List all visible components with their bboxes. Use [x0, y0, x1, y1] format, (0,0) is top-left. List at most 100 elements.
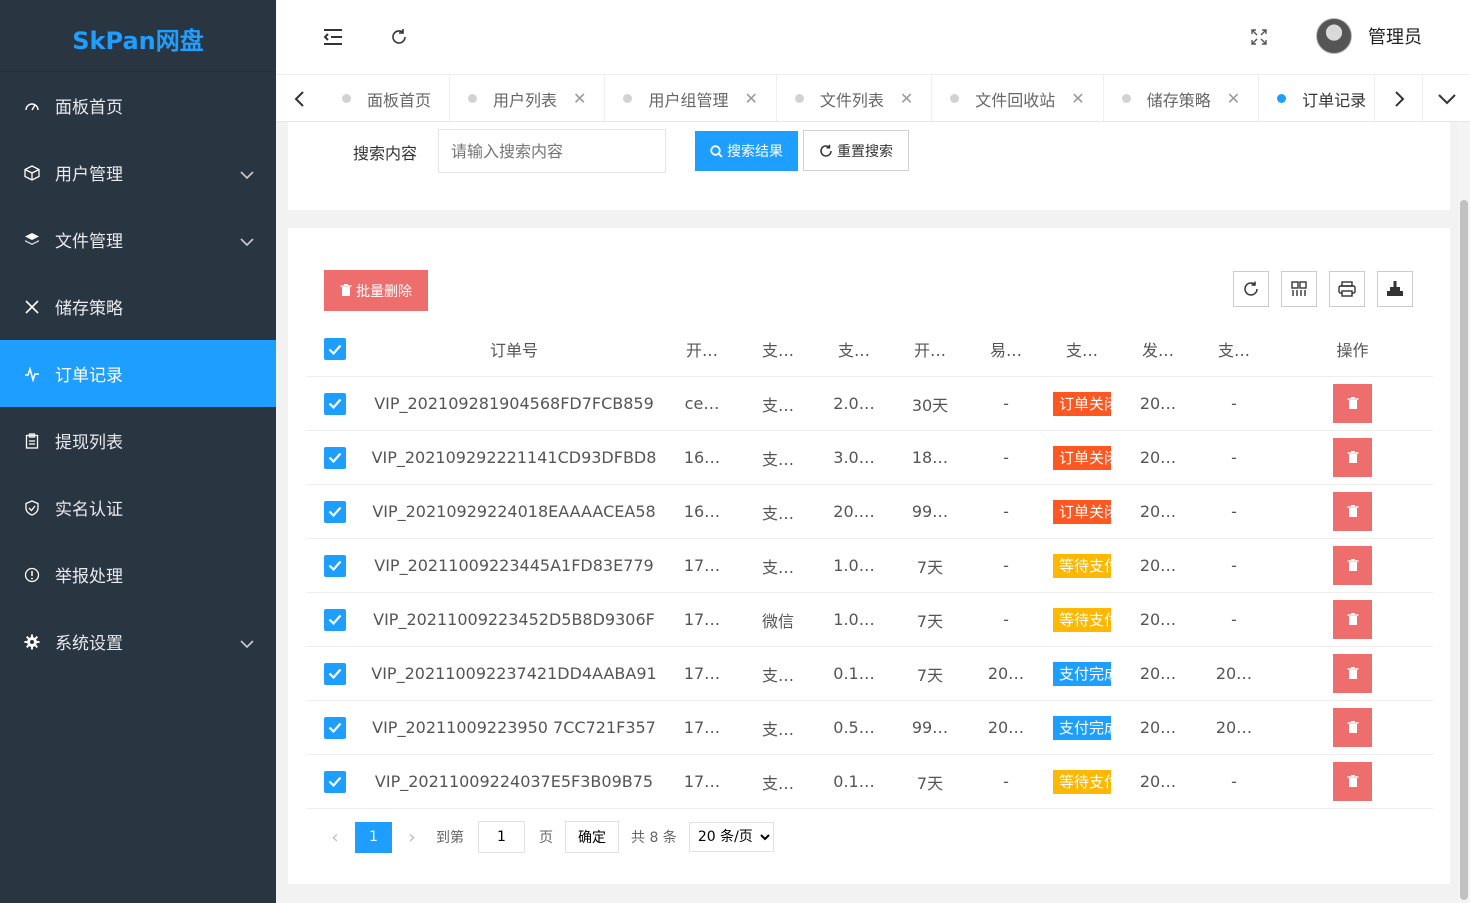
table-row[interactable]: VIP_20210929224018EAAAACEA58 16… 支… 20.… 99…… [306, 485, 1433, 539]
close-icon[interactable]: ✕ [1071, 89, 1084, 108]
table-row[interactable]: VIP_202109281904568FD7FCB859 ce… 支… 2.0… 30天… [306, 377, 1433, 431]
delete-row-button[interactable] [1333, 708, 1372, 747]
cell-text: 支… [761, 557, 794, 577]
column-header[interactable]: 易… [968, 322, 1044, 376]
goto-confirm-button[interactable]: 确定 [565, 821, 619, 853]
chevron-down-icon[interactable] [240, 634, 254, 654]
menu-toggle-icon[interactable] [320, 24, 346, 50]
row-checkbox[interactable] [324, 554, 346, 577]
delete-row-button[interactable] [1333, 600, 1372, 639]
table-row[interactable]: VIP_202109292221141CD93DFBD8 16… 支… 3.0… 18…… [306, 431, 1433, 485]
tab-4[interactable]: 文件回收站 ✕ [932, 75, 1104, 121]
row-checkbox[interactable] [324, 500, 346, 523]
tab-dropdown-icon[interactable] [1422, 75, 1470, 121]
cell-text: 0.1… [833, 772, 875, 791]
scrollbar-thumb[interactable] [1460, 200, 1468, 900]
table-cell: 17… [664, 593, 740, 646]
fullscreen-icon[interactable] [1246, 24, 1272, 50]
header-checkbox-cell [306, 322, 364, 376]
tab-0[interactable]: 面板首页 [324, 75, 451, 121]
sidebar-item-0[interactable]: 面板首页 [0, 72, 276, 139]
delete-row-button[interactable] [1333, 546, 1372, 585]
row-checkbox[interactable] [324, 608, 346, 631]
current-page[interactable]: 1 [355, 821, 392, 853]
row-checkbox[interactable] [324, 716, 346, 739]
close-icon[interactable]: ✕ [573, 89, 586, 108]
table-row[interactable]: VIP_20211009223445A1FD83E779 17… 支… 1.0… 7天 -… [306, 539, 1433, 593]
tab-label: 面板首页 [367, 90, 432, 110]
tab-prev-icon[interactable] [276, 75, 324, 121]
cell-text: VIP_20210929224018EAAAACEA58 [372, 502, 656, 521]
sidebar-item-7[interactable]: 举报处理 [0, 541, 276, 608]
tab-5[interactable]: 储存策略 ✕ [1104, 75, 1260, 121]
table-cell: 支… [740, 647, 816, 700]
checkbox-cell [306, 755, 364, 808]
chevron-down-icon[interactable] [240, 232, 254, 252]
tab-dot-icon [468, 94, 478, 103]
sidebar-item-8[interactable]: 系统设置 [0, 608, 276, 675]
table-row[interactable]: VIP_20211009223452D5B8D9306F 17… 微信 1.0… 7天 -… [306, 593, 1433, 647]
table-cell: - [968, 485, 1044, 538]
status-cell: 支付完成 [1044, 701, 1120, 754]
delete-row-button[interactable] [1333, 654, 1372, 693]
table-refresh-button[interactable] [1233, 271, 1269, 307]
row-checkbox[interactable] [324, 770, 346, 793]
columns-icon [1291, 281, 1307, 296]
reset-button[interactable]: 重置搜索 [803, 130, 909, 171]
column-header[interactable]: 支… [1044, 322, 1120, 376]
column-header[interactable]: 支… [740, 322, 816, 376]
close-icon[interactable]: ✕ [900, 89, 913, 108]
select-all-checkbox[interactable] [324, 338, 346, 360]
delete-row-button[interactable] [1333, 492, 1372, 531]
sidebar-item-4[interactable]: 订单记录 [0, 340, 276, 407]
page-scrollbar[interactable] [1458, 122, 1470, 903]
batch-delete-button[interactable]: 批量删除 [324, 270, 428, 311]
close-icon[interactable]: ✕ [1227, 89, 1240, 108]
user-menu[interactable]: 管理员 [1316, 18, 1422, 54]
tab-3[interactable]: 文件列表 ✕ [777, 75, 933, 121]
refresh-icon[interactable] [386, 24, 412, 50]
column-header[interactable]: 支… [816, 322, 892, 376]
search-button[interactable]: 搜索结果 [695, 131, 798, 171]
sidebar-item-3[interactable]: 储存策略 [0, 273, 276, 340]
goto-page-input[interactable] [478, 821, 525, 853]
row-checkbox[interactable] [324, 392, 346, 415]
table-row[interactable]: VIP_202110092237421DD4AABA91 17… 支… 0.1… 7天 2… [306, 647, 1433, 701]
sidebar-item-5[interactable]: 提现列表 [0, 407, 276, 474]
page-size-select[interactable]: 20 条/页 [688, 822, 774, 852]
print-button[interactable] [1329, 271, 1365, 307]
sidebar-item-2[interactable]: 文件管理 [0, 206, 276, 273]
user-name[interactable]: 管理员 [1368, 23, 1422, 49]
column-header[interactable]: 开… [892, 322, 968, 376]
tab-1[interactable]: 用户列表 ✕ [450, 75, 606, 121]
sidebar-item-6[interactable]: 实名认证 [0, 474, 276, 541]
next-page-icon[interactable]: › [400, 827, 424, 848]
reset-button-label: 重置搜索 [837, 142, 893, 159]
delete-row-button[interactable] [1333, 438, 1372, 477]
app-logo[interactable]: SkPan网盘 [0, 0, 276, 72]
column-header[interactable]: 操作 [1272, 322, 1433, 376]
search-input[interactable] [438, 129, 666, 173]
column-header[interactable]: 订单号 [364, 322, 664, 376]
export-button[interactable] [1377, 271, 1413, 307]
prev-page-icon[interactable]: ‹ [323, 827, 347, 848]
avatar[interactable] [1316, 18, 1352, 54]
cell-text: 7天 [916, 557, 944, 577]
row-checkbox[interactable] [324, 662, 346, 685]
table-row[interactable]: VIP_20211009223950 7CC721F357 17… 支… 0.5… 99… [306, 701, 1433, 755]
tab-label: 订单记录 [1302, 90, 1367, 110]
sidebar-item-1[interactable]: 用户管理 [0, 139, 276, 206]
tab-2[interactable]: 用户组管理 ✕ [605, 75, 777, 121]
tab-6[interactable]: 订单记录 [1259, 75, 1374, 121]
delete-row-button[interactable] [1333, 762, 1372, 801]
close-icon[interactable]: ✕ [744, 89, 757, 108]
column-header[interactable]: 支… [1196, 322, 1272, 376]
delete-row-button[interactable] [1333, 384, 1372, 423]
column-header[interactable]: 发… [1120, 322, 1196, 376]
chevron-down-icon[interactable] [240, 165, 254, 185]
table-row[interactable]: VIP_20211009224037E5F3B09B75 17… 支… 0.1… 7天 -… [306, 755, 1433, 809]
row-checkbox[interactable] [324, 446, 346, 469]
tab-next-icon[interactable] [1374, 75, 1422, 121]
columns-filter-button[interactable] [1281, 271, 1317, 307]
column-header[interactable]: 开… [664, 322, 740, 376]
